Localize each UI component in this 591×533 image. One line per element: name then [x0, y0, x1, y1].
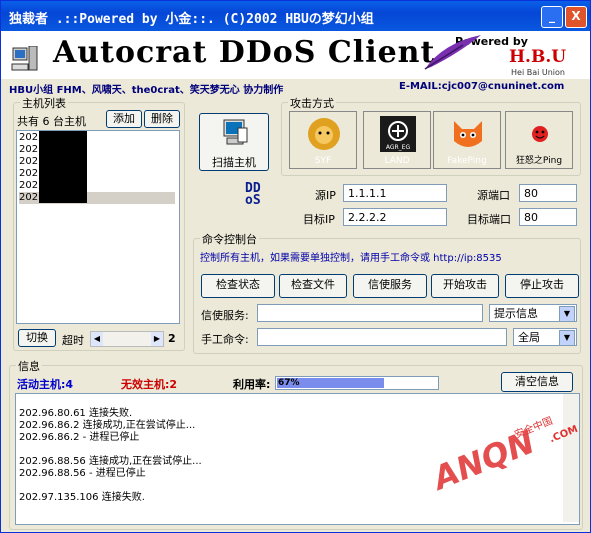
clear-info-button[interactable]: 清空信息: [501, 372, 573, 392]
timeout-label: 超时: [62, 334, 84, 347]
minimize-button[interactable]: _: [541, 6, 563, 28]
usage-progress-bar: 67%: [275, 376, 439, 390]
src-port-label: 源端口: [477, 189, 510, 202]
attack-land-button[interactable]: AGR_EG LAND: [363, 111, 431, 169]
stop-attack-button[interactable]: 停止攻击: [505, 274, 579, 298]
ddos-logo: DD oS: [245, 182, 261, 208]
hbu-logo: H.B.U: [509, 47, 567, 67]
close-button[interactable]: X: [565, 6, 587, 28]
command-console-label: 命令控制台: [200, 231, 259, 247]
manual-command-label: 手工命令:: [201, 333, 249, 346]
usage-label: 利用率:: [233, 378, 271, 391]
timeout-value: 2: [168, 332, 176, 345]
scroll-left-icon[interactable]: ◀: [91, 332, 103, 346]
scan-hosts-button[interactable]: 扫描主机: [199, 113, 269, 171]
log-line: 202.96.86.2 连接成功,正在尝试停止...: [19, 420, 196, 431]
attack-fakeping-label: FakePing: [447, 156, 487, 166]
manual-scope-value: 全局: [518, 331, 540, 344]
info-group-label: 信息: [16, 358, 42, 374]
manual-scope-select[interactable]: 全局 ▼: [513, 328, 577, 346]
messenger-service-button[interactable]: 信使服务: [353, 274, 427, 298]
manual-command-input[interactable]: [257, 328, 507, 346]
src-ip-input[interactable]: 1.1.1.1: [343, 184, 447, 202]
messenger-label: 信使服务:: [201, 309, 249, 322]
add-host-button[interactable]: 添加: [106, 110, 142, 128]
messenger-input[interactable]: [257, 304, 483, 322]
messenger-type-value: 提示信息: [494, 307, 538, 320]
log-line: 202.96.80.61 连接失败.: [19, 408, 133, 419]
messenger-type-select[interactable]: 提示信息 ▼: [489, 304, 577, 322]
start-attack-button[interactable]: 开始攻击: [431, 274, 499, 298]
usage-percent-text: 67%: [278, 378, 300, 388]
attack-rageping-label: 狂怒之Ping: [515, 156, 563, 166]
email-text: E-MAIL:cjc007@cnuninet.com: [399, 81, 565, 92]
attack-rageping-button[interactable]: 狂怒之Ping: [505, 111, 573, 169]
check-status-button[interactable]: 检查状态: [201, 274, 275, 298]
ddos-logo-line2: oS: [245, 193, 261, 208]
check-files-button[interactable]: 检查文件: [279, 274, 347, 298]
banner: Autocrat DDoS Client Powered by H.B.U He…: [1, 31, 590, 79]
chevron-down-icon[interactable]: ▼: [559, 330, 575, 346]
hbu-subtitle: Hei Bai Union: [511, 68, 565, 77]
log-scrollbar[interactable]: [563, 394, 579, 522]
redaction-block: [39, 131, 87, 203]
attack-group-label: 攻击方式: [288, 95, 336, 111]
credits-text: HBU小组 FHM、风啸天、the0crat、笑天梦无心 协力制作: [9, 85, 284, 96]
attack-syf-label: SYF: [314, 156, 332, 166]
scan-computer-icon: [223, 119, 248, 145]
attack-syf-button[interactable]: SYF: [289, 111, 357, 169]
invalid-hosts-text: 无效主机:2: [121, 378, 178, 391]
lion-icon: [308, 118, 340, 150]
src-ip-label: 源IP: [315, 189, 336, 202]
feather-icon: [424, 35, 481, 70]
log-line: 202.97.135.106 连接失败.: [19, 492, 145, 503]
app-logo-title: Autocrat DDoS Client: [53, 35, 436, 70]
host-list-label: 主机列表: [20, 95, 68, 111]
command-hint: 控制所有主机，如果需要单独控制，请用手工命令或 http://ip:8535: [200, 253, 502, 264]
computer-icon: [11, 46, 38, 71]
title-bar[interactable]: 独裁者 .::Powered by 小金::. (C)2002 HBUの梦幻小组…: [1, 1, 590, 31]
host-list-group: 主机列表 共有 6 台主机 添加 删除 202. 2202. 67202. 12…: [13, 95, 185, 351]
scan-hosts-label: 扫描主机: [212, 156, 256, 169]
switch-button[interactable]: 切换: [18, 329, 56, 347]
dst-ip-input[interactable]: 2.2.2.2: [343, 208, 447, 226]
dst-ip-label: 目标IP: [303, 213, 335, 226]
smiley-icon: [532, 126, 548, 142]
dst-port-label: 目标端口: [467, 213, 511, 226]
app-window: 独裁者 .::Powered by 小金::. (C)2002 HBUの梦幻小组…: [0, 0, 591, 533]
agr-land-icon: AGR_EG: [380, 116, 416, 152]
attack-land-label: LAND: [384, 156, 410, 166]
scroll-right-icon[interactable]: ▶: [151, 332, 163, 346]
svg-text:AGR_EG: AGR_EG: [386, 144, 411, 151]
attack-fakeping-button[interactable]: FakePing: [433, 111, 501, 169]
src-port-input[interactable]: 80: [519, 184, 577, 202]
host-count-text: 共有 6 台主机: [17, 115, 86, 128]
timeout-slider[interactable]: ◀ ▶: [90, 331, 164, 347]
host-listbox[interactable]: 202. 2202. 67202. 1202.202. 6202. 106: [16, 130, 180, 324]
dst-port-input[interactable]: 80: [519, 208, 577, 226]
window-title: 独裁者 .::Powered by 小金::. (C)2002 HBUの梦幻小组: [9, 12, 374, 27]
chevron-down-icon[interactable]: ▼: [559, 306, 575, 322]
fox-icon: [454, 121, 482, 147]
delete-host-button[interactable]: 删除: [144, 110, 180, 128]
active-hosts-text: 活动主机:4: [17, 378, 74, 391]
